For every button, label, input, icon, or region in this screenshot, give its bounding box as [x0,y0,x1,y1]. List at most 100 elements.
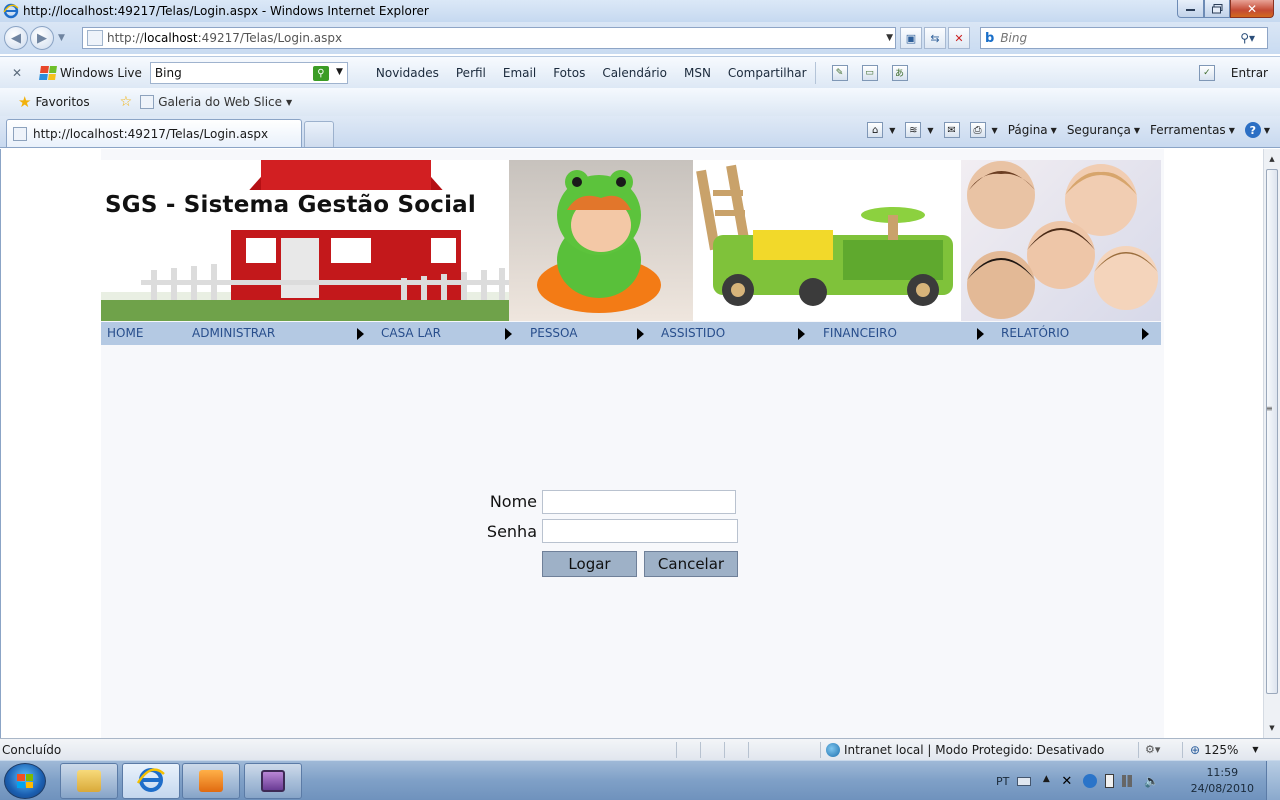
recent-pages-dropdown-icon[interactable]: ▼ [58,33,65,43]
maximize-button[interactable] [1204,0,1230,18]
mail-icon[interactable]: ✉ [943,122,960,138]
status-divider [676,742,677,758]
close-window-button[interactable]: ✕ [1230,0,1274,18]
chevron-down-icon[interactable]: ▼ [927,126,933,135]
tools-menu[interactable]: Ferramentas ▼ [1150,123,1235,137]
chevron-down-icon: ▼ [1228,125,1235,135]
safety-menu[interactable]: Segurança ▼ [1067,123,1140,137]
action-center-icon[interactable]: ✕ [1061,774,1075,789]
wl-link-fotos[interactable]: Fotos [553,66,585,80]
bing-logo-icon: b [985,30,995,46]
sign-in-link[interactable]: Entrar [1231,66,1268,80]
home-icon[interactable]: ⌂ [867,122,884,138]
wl-link-perfil[interactable]: Perfil [456,66,486,80]
login-button[interactable]: Logar [542,551,637,577]
password-field[interactable] [542,519,738,543]
intranet-globe-icon [826,742,840,757]
scroll-down-icon[interactable]: ▼ [1264,720,1280,736]
name-field[interactable] [542,490,736,514]
chevron-down-icon[interactable]: ▼ [992,126,998,135]
wl-link-msn[interactable]: MSN [684,66,711,80]
chevron-down-icon[interactable]: ▼ [889,126,895,135]
wl-link-calendario[interactable]: Calendário [602,66,667,80]
stop-button[interactable]: ✕ [948,27,970,49]
status-text: Concluído [2,742,62,757]
taskbar-media-player[interactable] [182,763,240,799]
address-dropdown-icon[interactable]: ▼ [886,33,893,43]
show-hidden-icons-icon[interactable]: ▲ [1039,774,1053,788]
refresh-button[interactable]: ⇆ [924,27,946,49]
windows-live-search-input[interactable] [150,65,301,80]
chevron-down-icon: ▼ [1263,125,1270,135]
wl-link-novidades[interactable]: Novidades [376,66,439,80]
search-dropdown-icon[interactable]: ▼ [336,67,343,77]
forward-arrow-icon: ▶ [37,30,47,46]
wl-link-compartilhar[interactable]: Compartilhar [728,66,807,80]
security-zone[interactable]: Intranet local | Modo Protegido: Desativ… [826,742,1104,757]
translate-icon[interactable]: あ [891,64,908,81]
chevron-down-icon: ▼ [1252,745,1259,754]
command-bar: ⌂ ▼ ≋ ▼ ✉ ⎙ ▼ Página ▼ Segurança ▼ Ferramenta… [867,122,1270,138]
favorites-button[interactable]: Favoritos [35,95,89,109]
start-button[interactable] [4,763,46,799]
zoom-control[interactable]: ⊕ 125% ▼ [1190,743,1259,757]
new-tab-button[interactable] [304,121,334,147]
favorites-bar: ★ Favoritos ☆ Galeria do Web Slice ▼ [0,88,1280,116]
battery-icon[interactable] [1105,774,1115,788]
wl-link-email[interactable]: Email [503,66,536,80]
clock-date: 24/08/2010 [1190,782,1254,795]
zoom-icon: ⊕ [1190,742,1201,757]
close-icon: ✕ [1246,1,1258,16]
network-icon[interactable] [1122,775,1137,787]
power-icon[interactable] [1083,774,1098,788]
scrollbar-thumb[interactable] [1266,169,1278,694]
search-icon[interactable]: ⚲▾ [1240,31,1255,45]
taskbar-internet-explorer[interactable] [122,763,180,799]
compatibility-view-button[interactable]: ▣ [900,27,922,49]
tab-bar: http://localhost:49217/Telas/Login.aspx … [0,116,1280,148]
browser-viewport: SGS - Sistema Gestão Social HOME ADMINIS… [0,149,1280,738]
favorites-star-icon[interactable]: ★ [18,93,31,111]
clock[interactable]: 11:59 24/08/2010 [1191,765,1254,797]
show-desktop-button[interactable] [1266,761,1280,800]
print-icon[interactable]: ⎙ [969,122,986,138]
language-indicator[interactable]: PT [996,775,1009,788]
windows-live-search[interactable]: ⚲ ▼ [149,61,348,84]
search-box[interactable]: b ⚲▾ [980,27,1268,49]
add-favorite-icon[interactable]: ☆ [120,94,133,110]
scroll-up-icon[interactable]: ▲ [1264,151,1280,167]
back-button[interactable]: ◀ [4,26,28,50]
scroll-grip-icon: ≡ [1266,404,1273,413]
keyboard-icon[interactable] [1017,776,1032,786]
status-divider [820,742,821,758]
help-menu[interactable]: ? ▼ [1244,122,1270,138]
vertical-scrollbar[interactable]: ▲ ≡ ▼ [1263,149,1280,738]
search-input[interactable] [1000,31,1221,45]
status-divider [1138,742,1139,758]
volume-icon[interactable]: 🔈 [1144,774,1159,788]
web-slice-gallery[interactable]: Galeria do Web Slice ▼ [140,95,292,109]
address-toolbar: ◀ ▶ ▼ http://localhost:49217/Telas/Login… [0,22,1280,54]
page-menu[interactable]: Página ▼ [1008,123,1057,137]
window-title-bar: http://localhost:49217/Telas/Login.aspx … [0,0,1280,22]
status-divider [1182,742,1183,758]
feeds-icon[interactable]: ≋ [905,122,922,138]
taskbar-explorer[interactable] [60,763,118,799]
address-bar[interactable]: http://localhost:49217/Telas/Login.aspx … [82,27,896,49]
cancel-button[interactable]: Cancelar [644,551,738,577]
tab-login[interactable]: http://localhost:49217/Telas/Login.aspx [6,119,302,147]
search-go-icon[interactable]: ⚲ [312,65,329,81]
blog-icon[interactable]: ✎ [831,64,848,81]
chevron-down-icon: ▼ [1133,125,1141,135]
minimize-button[interactable] [1177,0,1204,18]
close-toolbar-icon[interactable]: ✕ [12,66,26,80]
checkbox-icon[interactable]: ✓ [1198,64,1215,81]
folder-icon [77,770,101,792]
address-url[interactable]: http://localhost:49217/Telas/Login.aspx [107,31,342,45]
taskbar-remote-desktop[interactable] [244,763,302,799]
windows-live-logo[interactable]: Windows Live [39,65,142,80]
highlight-icon[interactable]: ▭ [861,64,878,81]
add-ons-icon[interactable]: ⚙▾ [1145,743,1160,756]
taskbar: PT ▲ ✕ 🔈 11:59 24/08/2010 [0,760,1280,800]
forward-button[interactable]: ▶ [30,26,54,50]
